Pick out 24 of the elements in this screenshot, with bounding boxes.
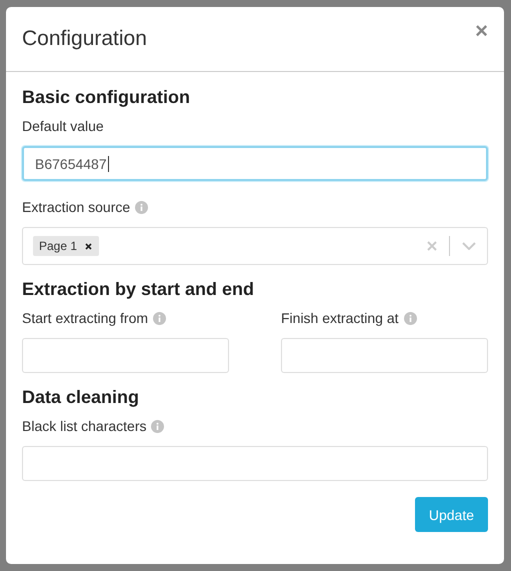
remove-icon[interactable] (85, 242, 92, 250)
section-heading: Extraction by start and end (22, 279, 256, 300)
field-label: Finish extracting at (281, 310, 398, 326)
section-heading: Basic configuration (22, 87, 192, 108)
info-icon[interactable] (151, 420, 164, 432)
close-button[interactable]: × (475, 20, 488, 42)
field-label: Black list characters (22, 418, 146, 434)
field-label: Default value (22, 118, 104, 134)
field-label: Extraction source (22, 199, 130, 215)
input-field[interactable] (281, 338, 488, 373)
chevron-down-icon[interactable] (462, 242, 476, 250)
info-icon[interactable] (135, 200, 148, 214)
dialog-title: Configuration (22, 27, 147, 51)
section-heading: Data cleaning (22, 387, 140, 408)
field-label: Start extracting from (22, 310, 148, 326)
tag-label: Page 1 (39, 239, 78, 253)
input-field[interactable] (22, 446, 488, 481)
input-field[interactable] (22, 338, 229, 373)
info-icon[interactable] (153, 312, 166, 324)
clear-icon[interactable] (427, 241, 437, 251)
input-field[interactable]: B67654487 (22, 146, 488, 181)
multi-select-field[interactable]: Page 1 (22, 227, 488, 265)
info-icon[interactable] (404, 312, 416, 324)
text-cursor (108, 156, 109, 172)
